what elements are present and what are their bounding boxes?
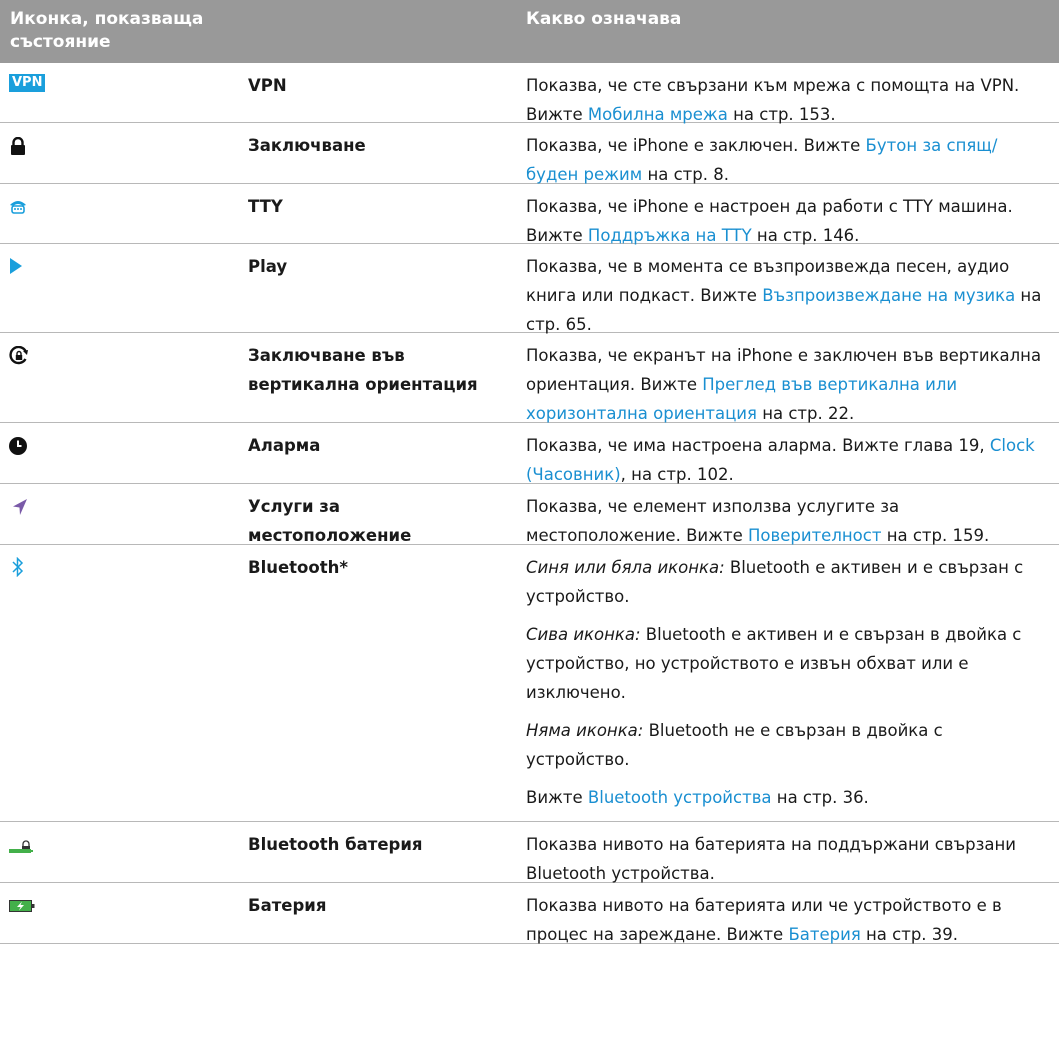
table-row: Bluetooth* Синя или бяла иконка: Bluetoo… xyxy=(0,545,1059,822)
status-name: Аларма xyxy=(248,436,321,455)
lock-icon xyxy=(9,137,27,155)
status-name: Батерия xyxy=(248,896,327,915)
status-description: Синя или бяла иконка: Bluetooth е активе… xyxy=(526,553,1046,812)
status-name: Услуги за местоположение xyxy=(248,497,412,545)
description-paragraph: Вижте Bluetooth устройства на стр. 36. xyxy=(526,788,869,807)
table-header: Иконка, показваща състояние Какво означа… xyxy=(0,0,1059,63)
bluetooth-icon xyxy=(11,557,25,577)
alarm-icon xyxy=(9,437,27,455)
status-description: Показва, че сте свързани към мрежа с пом… xyxy=(526,76,1020,124)
table-row: TTY Показва, че iPhone е настроен да раб… xyxy=(0,184,1059,245)
status-name: Bluetooth батерия xyxy=(248,835,423,854)
tty-icon xyxy=(9,197,27,215)
location-arrow-icon xyxy=(12,498,28,516)
table-row: Bluetooth батерия Показва нивото на бате… xyxy=(0,822,1059,883)
description-paragraph: Сива иконка: Bluetooth е активен и е свъ… xyxy=(526,625,1022,702)
orientation-lock-icon xyxy=(9,346,29,366)
bluetooth-battery-icon xyxy=(9,840,33,854)
status-name: Заключване xyxy=(248,136,366,155)
status-name: Bluetooth* xyxy=(248,558,348,577)
status-description: Показва, че iPhone е заключен. Вижте Бут… xyxy=(526,136,998,184)
status-name: VPN xyxy=(248,76,287,95)
status-name: Заключване във вертикална ориентация xyxy=(248,346,478,394)
link[interactable]: Батерия xyxy=(788,925,860,944)
table-row: Play Показва, че в момента се възпроизве… xyxy=(0,244,1059,334)
table-row: Услуги за местоположение Показва, че еле… xyxy=(0,484,1059,545)
table-row: Заключване във вертикална ориентация Пок… xyxy=(0,333,1059,423)
status-name: Play xyxy=(248,257,288,276)
play-icon xyxy=(9,258,23,274)
battery-charging-icon xyxy=(9,899,35,913)
header-icon-column: Иконка, показваща състояние xyxy=(10,9,204,52)
status-description: Показва, че iPhone е настроен да работи … xyxy=(526,197,1013,245)
table-row: Батерия Показва нивото на батерията или … xyxy=(0,883,1059,944)
status-name: TTY xyxy=(248,197,283,216)
table-row: Аларма Показва, че има настроена аларма.… xyxy=(0,423,1059,484)
description-paragraph: Синя или бяла иконка: Bluetooth е активе… xyxy=(526,558,1024,606)
table-row: VPN VPN Показва, че сте свързани към мре… xyxy=(0,63,1059,124)
link[interactable]: Поддръжка на TTY xyxy=(588,226,752,245)
table-row: Заключване Показва, че iPhone е заключен… xyxy=(0,123,1059,184)
status-description: Показва, че елемент използва услугите за… xyxy=(526,497,990,545)
link[interactable]: Мобилна мрежа xyxy=(588,105,728,124)
link[interactable]: Поверителност xyxy=(748,526,881,545)
header-meaning-column: Какво означава xyxy=(526,9,682,29)
status-description: Показва, че в момента се възпроизвежда п… xyxy=(526,257,1042,334)
link[interactable]: Bluetooth устройства xyxy=(588,788,772,807)
status-description: Показва, че екранът на iPhone е заключен… xyxy=(526,346,1042,423)
description-paragraph: Няма иконка: Bluetooth не е свързан в дв… xyxy=(526,721,943,769)
link[interactable]: Възпроизвеждане на музика xyxy=(762,286,1015,305)
status-description: Показва нивото на батерията на поддържан… xyxy=(526,835,1017,883)
vpn-icon: VPN xyxy=(9,74,46,92)
status-icons-table: Иконка, показваща състояние Какво означа… xyxy=(0,0,1059,944)
status-description: Показва, че има настроена аларма. Вижте … xyxy=(526,436,1035,484)
status-description: Показва нивото на батерията или че устро… xyxy=(526,896,1002,944)
